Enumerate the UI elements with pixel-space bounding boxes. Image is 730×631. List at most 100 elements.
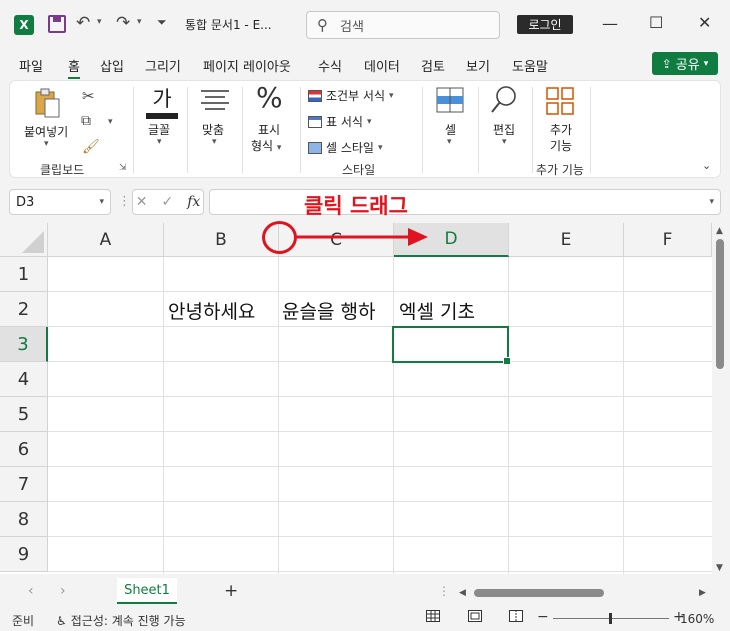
divider: [532, 87, 533, 173]
tab-home[interactable]: 홈: [68, 56, 80, 79]
select-all-button[interactable]: [0, 223, 48, 257]
alignment-icon[interactable]: [200, 89, 230, 114]
enter-icon[interactable]: ✓: [161, 194, 173, 210]
cells-icon[interactable]: [436, 87, 464, 116]
formula-bar-grip-icon[interactable]: ⋮: [118, 194, 131, 209]
alignment-dropdown-icon[interactable]: ▾: [212, 137, 217, 147]
add-sheet-button[interactable]: +: [224, 581, 238, 601]
editing-button[interactable]: 편집: [493, 121, 515, 138]
editing-dropdown-icon[interactable]: ▾: [502, 137, 507, 147]
tab-insert[interactable]: 삽입: [100, 56, 124, 75]
number-format-label-1[interactable]: 표시: [258, 121, 280, 138]
drag-annotation-label: 클릭 드래그: [304, 194, 408, 218]
formula-input[interactable]: ▾: [209, 189, 721, 215]
paste-dropdown-icon[interactable]: ▾: [44, 139, 49, 149]
login-button[interactable]: 로그인: [517, 15, 573, 34]
column-header-f[interactable]: F: [624, 223, 712, 257]
font-icon[interactable]: 가: [146, 83, 178, 119]
tab-draw[interactable]: 그리기: [145, 56, 181, 75]
page-break-view-icon[interactable]: [509, 610, 523, 622]
format-painter-icon[interactable]: 🖌: [82, 139, 100, 155]
table-format-button[interactable]: 표 서식 ▾: [308, 113, 371, 130]
gridline: [48, 536, 712, 537]
copy-icon[interactable]: ⧉: [81, 113, 91, 129]
scroll-up-icon[interactable]: ▲: [716, 226, 723, 236]
font-dropdown-icon[interactable]: ▾: [157, 137, 162, 147]
find-search-icon[interactable]: [490, 85, 518, 118]
paste-button[interactable]: 붙여넣기: [24, 123, 68, 140]
split-grip-icon[interactable]: ⋮: [438, 584, 450, 598]
cell-d2[interactable]: 엑셀 기초: [399, 297, 475, 324]
copy-dropdown-icon[interactable]: ▾: [108, 117, 113, 127]
redo-dropdown-icon[interactable]: ▾: [137, 17, 142, 27]
row-header-1[interactable]: 1: [0, 257, 48, 292]
row-header-8[interactable]: 8: [0, 502, 48, 537]
worksheet-grid[interactable]: A B C D E F 1 2 3 4 5 6 7 8 9 안녕하세요 윤슬을 …: [0, 223, 712, 574]
minimize-button[interactable]: —: [602, 14, 618, 33]
cancel-icon[interactable]: ✕: [136, 194, 148, 210]
undo-dropdown-icon[interactable]: ▾: [97, 17, 102, 27]
tab-page-layout[interactable]: 페이지 레이아웃: [203, 56, 291, 75]
sheet-tab-sheet1[interactable]: Sheet1: [117, 578, 177, 604]
scroll-left-icon[interactable]: ◀: [459, 588, 466, 598]
alignment-button[interactable]: 맞춤: [202, 121, 224, 138]
accessibility-status[interactable]: ♿ 접근성: 계속 진행 가능: [56, 612, 186, 629]
collapse-ribbon-icon[interactable]: ⌄: [702, 159, 711, 172]
vertical-scrollbar[interactable]: ▲ ▼: [712, 223, 730, 579]
scroll-right-icon[interactable]: ▶: [699, 588, 706, 598]
tab-data[interactable]: 데이터: [364, 56, 400, 75]
tab-file[interactable]: 파일: [19, 56, 43, 75]
tab-formulas[interactable]: 수식: [318, 56, 342, 75]
cell-style-button[interactable]: 셀 스타일 ▾: [308, 139, 383, 156]
save-icon[interactable]: [48, 15, 66, 33]
zoom-slider-knob[interactable]: [609, 613, 612, 624]
zoom-level-label[interactable]: 160%: [680, 612, 714, 626]
clipboard-launcher-icon[interactable]: ⇲: [119, 163, 127, 173]
row-header-7[interactable]: 7: [0, 467, 48, 502]
cells-button[interactable]: 셀: [445, 121, 456, 138]
addins-icon[interactable]: [546, 87, 574, 118]
redo-icon[interactable]: ↷: [116, 13, 130, 33]
close-button[interactable]: ✕: [698, 13, 711, 32]
customize-toolbar-icon[interactable]: ⏷: [157, 15, 167, 30]
prev-sheet-icon[interactable]: ‹: [28, 583, 34, 599]
row-header-9[interactable]: 9: [0, 537, 48, 572]
tab-view[interactable]: 보기: [466, 56, 490, 75]
insert-function-icon[interactable]: fx: [187, 194, 200, 210]
normal-view-icon[interactable]: [426, 610, 440, 622]
row-header-2[interactable]: 2: [0, 292, 48, 327]
name-box[interactable]: D3 ▾: [9, 189, 111, 215]
number-format-label-2[interactable]: 형식 ▾: [251, 137, 281, 154]
expand-formula-icon[interactable]: ▾: [709, 197, 714, 207]
addins-label-2[interactable]: 기능: [550, 137, 572, 154]
tab-help[interactable]: 도움말: [512, 56, 548, 75]
cut-icon[interactable]: ✂: [82, 87, 95, 105]
conditional-format-button[interactable]: 조건부 서식 ▾: [308, 87, 394, 104]
addins-label-1[interactable]: 추가: [550, 121, 572, 138]
font-button[interactable]: 글꼴: [148, 121, 170, 138]
divider: [242, 87, 243, 173]
horizontal-scroll-thumb[interactable]: [474, 589, 604, 597]
row-header-5[interactable]: 5: [0, 397, 48, 432]
column-header-e[interactable]: E: [509, 223, 624, 257]
row-header-4[interactable]: 4: [0, 362, 48, 397]
percent-icon[interactable]: %: [256, 81, 283, 114]
paste-icon[interactable]: [32, 87, 62, 118]
next-sheet-icon[interactable]: ›: [60, 583, 66, 599]
row-header-6[interactable]: 6: [0, 432, 48, 467]
vertical-scroll-thumb[interactable]: [716, 239, 724, 369]
scroll-down-icon[interactable]: ▼: [716, 563, 723, 573]
cell-c2[interactable]: 윤슬을 행하: [282, 297, 394, 324]
column-header-a[interactable]: A: [48, 223, 164, 257]
page-layout-view-icon[interactable]: [468, 610, 482, 622]
cells-dropdown-icon[interactable]: ▾: [447, 137, 452, 147]
zoom-out-button[interactable]: −: [537, 609, 549, 625]
cell-b2[interactable]: 안녕하세요: [168, 297, 255, 324]
row-header-3[interactable]: 3: [0, 327, 48, 362]
active-cell-d3[interactable]: [392, 326, 511, 365]
tab-review[interactable]: 검토: [421, 56, 445, 75]
share-button[interactable]: ⇪ 공유 ▾: [652, 52, 718, 75]
maximize-button[interactable]: ☐: [649, 13, 663, 32]
search-input[interactable]: ⚲ 검색: [306, 11, 500, 39]
undo-icon[interactable]: ↶: [76, 13, 90, 33]
